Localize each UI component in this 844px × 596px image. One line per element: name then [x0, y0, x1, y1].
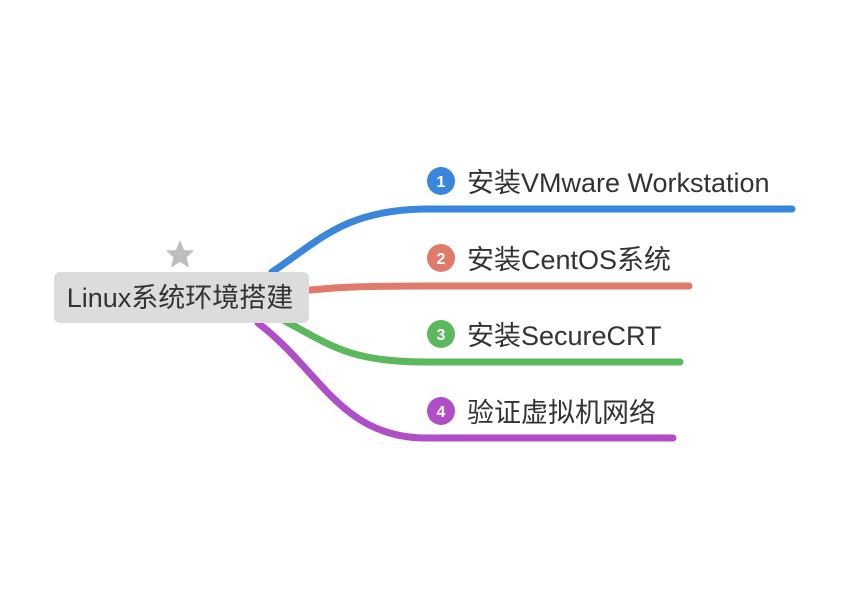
number-badge-3-text: 3 — [437, 327, 446, 344]
branch-topic-3[interactable]: 3 安装SecureCRT — [427, 320, 662, 351]
star-icon — [165, 240, 195, 268]
branch-topic-2[interactable]: 2 安装CentOS系统 — [427, 244, 671, 275]
branch-topic-4-label: 验证虚拟机网络 — [467, 398, 656, 428]
branch-topic-3-label: 安装SecureCRT — [467, 321, 662, 351]
branch-topic-4[interactable]: 4 验证虚拟机网络 — [427, 397, 656, 428]
number-badge-1-text: 1 — [437, 174, 446, 191]
branch-topic-1-label: 安装VMware Workstation — [467, 168, 770, 198]
branch-connector-2 — [296, 282, 693, 295]
branch-topic-2-label: 安装CentOS系统 — [467, 245, 671, 275]
root-topic[interactable]: Linux系统环境搭建 — [54, 272, 309, 323]
number-badge-2-text: 2 — [437, 251, 446, 268]
mind-map-canvas: Linux系统环境搭建 1 安装VMware Workstation 2 安装C… — [54, 167, 796, 442]
number-badge-4-text: 4 — [437, 404, 446, 421]
branch-topic-1[interactable]: 1 安装VMware Workstation — [427, 167, 770, 198]
root-topic-label: Linux系统环境搭建 — [67, 283, 294, 313]
